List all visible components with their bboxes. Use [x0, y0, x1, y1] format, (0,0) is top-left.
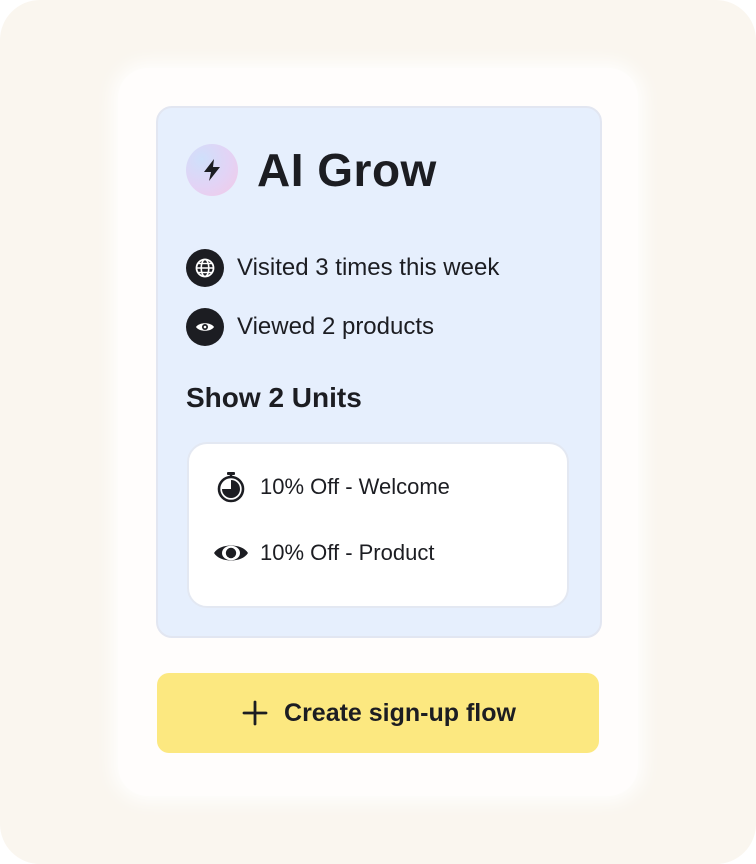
unit-item-product-label: 10% Off - Product [260, 540, 435, 565]
plus-icon [240, 698, 270, 728]
stat-views: Viewed 2 products [186, 307, 434, 347]
unit-item-product[interactable]: 10% Off - Product [212, 533, 434, 573]
stat-visits: Visited 3 times this week [186, 248, 499, 288]
timer-icon [212, 468, 250, 506]
unit-item-welcome[interactable]: 10% Off - Welcome [212, 467, 450, 507]
eye-icon [186, 308, 224, 346]
stat-visits-label: Visited 3 times this week [237, 254, 500, 281]
app-title: AI Grow [257, 144, 437, 196]
eye-icon [212, 534, 250, 572]
create-signup-flow-label: Create sign-up flow [284, 698, 516, 727]
globe-icon [186, 249, 224, 287]
units-title: Show 2 Units [186, 382, 362, 413]
create-signup-flow-button[interactable]: Create sign-up flow [157, 673, 599, 753]
lightning-icon [186, 144, 238, 196]
stat-views-label: Viewed 2 products [237, 313, 435, 340]
unit-item-welcome-label: 10% Off - Welcome [260, 474, 450, 499]
